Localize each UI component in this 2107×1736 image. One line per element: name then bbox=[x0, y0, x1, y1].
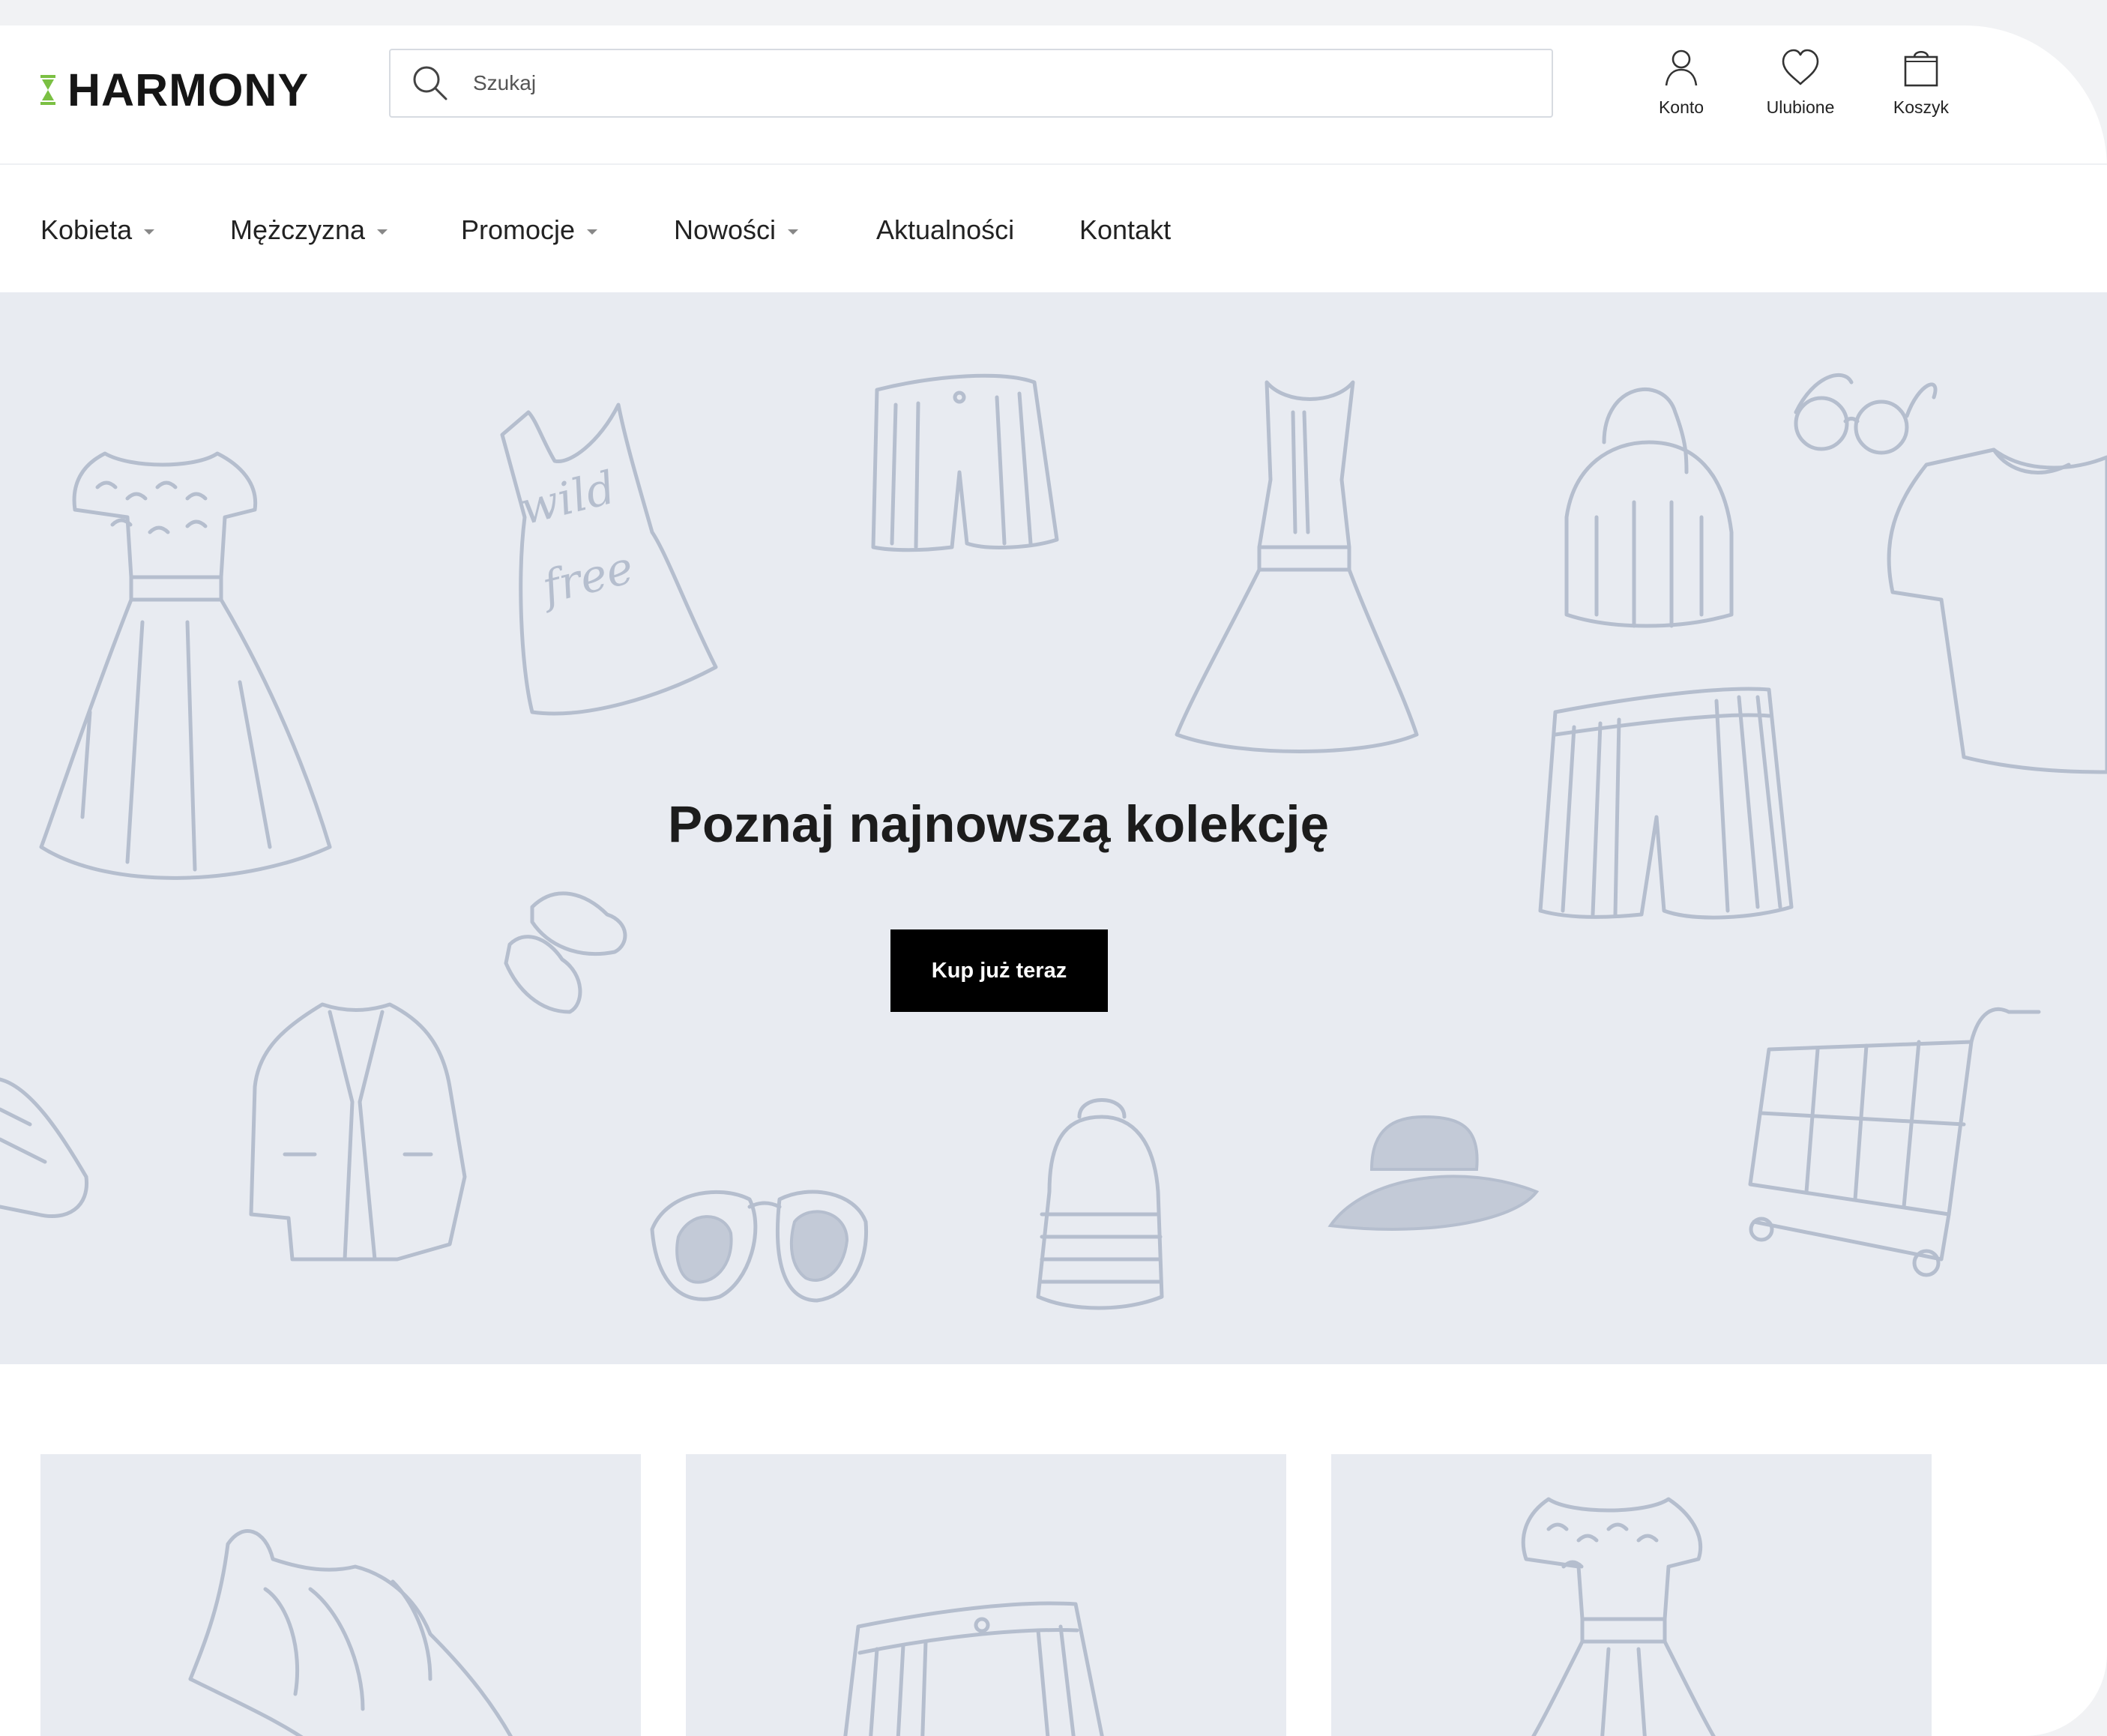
handbag-illustration-icon bbox=[1564, 387, 1734, 628]
shopping-cart-illustration-icon bbox=[1748, 1007, 2041, 1277]
hat-illustration-icon bbox=[1327, 1115, 1540, 1231]
chevron-down-icon bbox=[377, 229, 388, 235]
cart-label: Koszyk bbox=[1893, 97, 1950, 117]
shorts-icon bbox=[843, 1601, 1104, 1736]
tshirt-illustration-icon bbox=[1887, 447, 2107, 774]
heart-icon bbox=[1782, 49, 1819, 85]
search-input[interactable] bbox=[471, 70, 1509, 96]
nav-item-kontakt[interactable]: Kontakt bbox=[1079, 214, 1171, 246]
hourglass-logo-icon bbox=[40, 75, 55, 105]
hero-banner: wild free Poznaj najnowszą kolekcję Kup … bbox=[0, 292, 2107, 1364]
page: HARMONY Konto Ulubione bbox=[0, 25, 2107, 1736]
search-bar[interactable] bbox=[389, 49, 1553, 118]
sunglasses-illustration-icon bbox=[650, 1190, 869, 1303]
nav-item-label: Mężczyzna bbox=[230, 214, 366, 245]
account-label: Konto bbox=[1658, 97, 1704, 117]
sunglasses-illustration-icon bbox=[1794, 373, 1938, 455]
tank-top-illustration-icon: wild free bbox=[500, 403, 718, 716]
sneaker-illustration-icon bbox=[0, 1077, 89, 1219]
nav-item-label: Promocje bbox=[461, 214, 576, 245]
sneaker-icon bbox=[188, 1529, 513, 1736]
favorites-button[interactable]: Ulubione bbox=[1752, 46, 1849, 129]
nav-item-label: Nowości bbox=[674, 214, 777, 245]
logo[interactable]: HARMONY bbox=[39, 60, 309, 120]
category-card-shoes[interactable] bbox=[40, 1454, 641, 1736]
sneakers-illustration-icon bbox=[504, 891, 627, 1014]
favorites-label: Ulubione bbox=[1766, 97, 1835, 117]
dress-icon bbox=[1521, 1497, 1716, 1736]
nav-item-label: Kobieta bbox=[40, 214, 133, 245]
user-icon bbox=[1665, 49, 1698, 86]
nav-item-nowosci[interactable]: Nowości bbox=[674, 214, 799, 246]
account-button[interactable]: Konto bbox=[1633, 46, 1730, 129]
nav-item-label: Aktualności bbox=[876, 214, 1015, 245]
shopping-bag-icon bbox=[1904, 50, 1938, 87]
nav-item-promocje[interactable]: Promocje bbox=[461, 214, 598, 246]
nav-item-kobieta[interactable]: Kobieta bbox=[40, 214, 155, 246]
chevron-down-icon bbox=[788, 229, 799, 235]
nav-item-aktualnosci[interactable]: Aktualności bbox=[876, 214, 1014, 246]
blazer-illustration-icon bbox=[249, 1002, 467, 1262]
dress-illustration-icon bbox=[1175, 380, 1419, 753]
chevron-down-icon bbox=[587, 229, 598, 235]
logo-text: HARMONY bbox=[67, 64, 310, 115]
shop-now-button[interactable]: Kup już teraz bbox=[890, 929, 1108, 1012]
chevron-down-icon bbox=[144, 229, 155, 235]
nav-item-label: Kontakt bbox=[1079, 214, 1172, 245]
category-card-dresses[interactable] bbox=[1331, 1454, 1932, 1736]
shorts-illustration-icon bbox=[871, 373, 1059, 552]
header: HARMONY Konto Ulubione bbox=[0, 25, 2107, 165]
nav-item-mezczyzna[interactable]: Mężczyzna bbox=[230, 214, 388, 246]
category-card-shorts[interactable] bbox=[686, 1454, 1286, 1736]
tshirt-print-free: free bbox=[534, 541, 639, 615]
hero-title: Poznaj najnowszą kolekcję bbox=[668, 795, 1329, 853]
tshirt-print-wild: wild bbox=[515, 462, 621, 536]
search-icon[interactable] bbox=[410, 63, 450, 103]
backpack-illustration-icon bbox=[1036, 1098, 1164, 1310]
cart-button[interactable]: Koszyk bbox=[1872, 46, 1970, 129]
